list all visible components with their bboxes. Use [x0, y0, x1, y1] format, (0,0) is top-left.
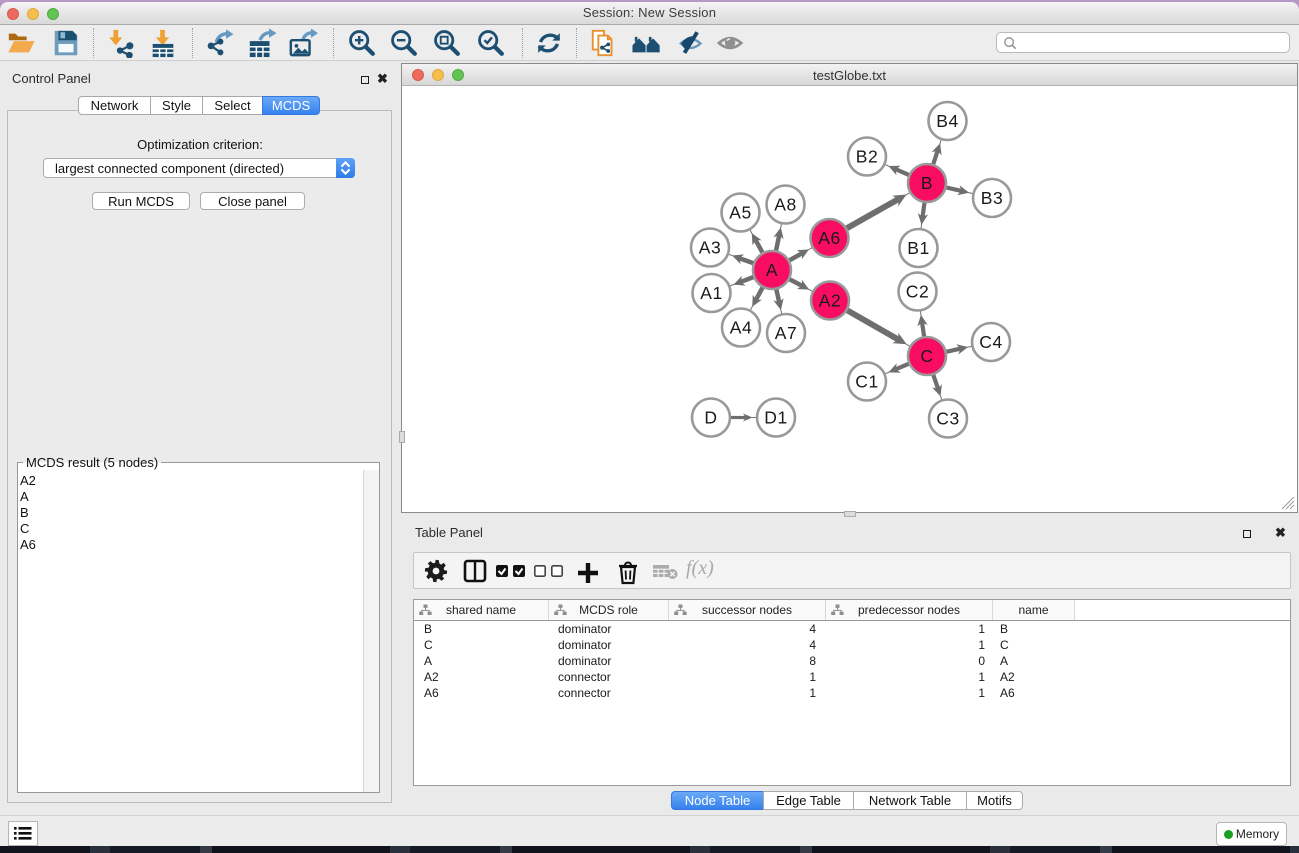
svg-text:C1: C1 — [855, 371, 879, 391]
svg-text:B1: B1 — [907, 238, 930, 258]
svg-text:A4: A4 — [730, 317, 753, 337]
svg-text:B: B — [921, 173, 933, 193]
svg-text:A5: A5 — [729, 202, 752, 222]
svg-text:C3: C3 — [936, 408, 960, 428]
svg-text:D1: D1 — [764, 407, 788, 427]
svg-text:B3: B3 — [981, 188, 1004, 208]
svg-text:B4: B4 — [936, 111, 959, 131]
svg-text:A8: A8 — [774, 194, 797, 214]
svg-text:A: A — [766, 260, 778, 280]
svg-text:B2: B2 — [856, 146, 879, 166]
svg-text:D: D — [704, 407, 717, 427]
svg-text:A1: A1 — [700, 283, 723, 303]
svg-text:C: C — [920, 346, 933, 366]
svg-text:A2: A2 — [819, 290, 842, 310]
svg-text:A6: A6 — [818, 228, 841, 248]
svg-text:A7: A7 — [775, 323, 798, 343]
svg-text:A3: A3 — [699, 237, 722, 257]
svg-text:C2: C2 — [906, 281, 930, 301]
svg-text:C4: C4 — [979, 332, 1003, 352]
